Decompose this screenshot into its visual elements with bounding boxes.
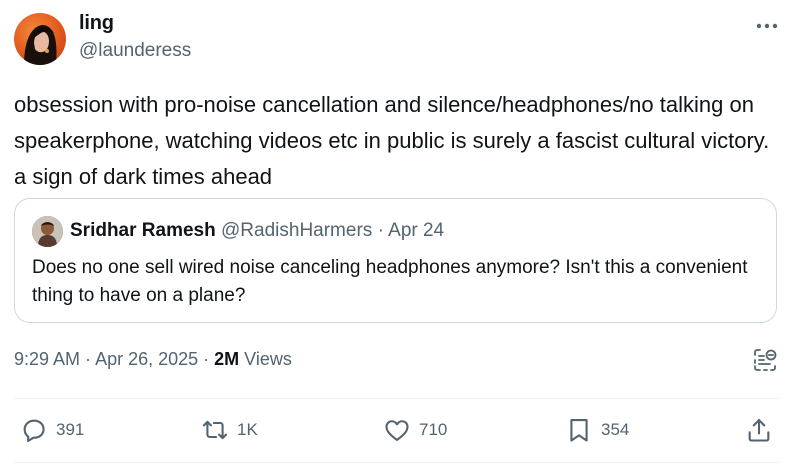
reply-icon — [23, 419, 45, 443]
tweet-date[interactable]: Apr 26, 2025 — [95, 349, 198, 369]
bookmark-count: 354 — [601, 420, 630, 439]
bookmark-icon — [570, 419, 588, 442]
quoted-header: Sridhar Ramesh @RadishHarmers · Apr 24 — [70, 220, 444, 242]
quoted-display-name[interactable]: Sridhar Ramesh — [70, 220, 216, 241]
repost-button[interactable]: 1K — [201, 410, 258, 450]
reply-button[interactable]: 391 — [20, 410, 84, 450]
views-count: 2M — [214, 349, 240, 369]
quoted-avatar-image — [32, 216, 63, 247]
author-display-name[interactable]: ling — [79, 12, 114, 35]
quoted-tweet[interactable]: Sridhar Ramesh @RadishHarmers · Apr 24 D… — [14, 198, 777, 323]
tweet-meta: 9:29 AM · Apr 26, 2025 · 2M Views — [14, 349, 292, 370]
more-horizontal-icon — [756, 23, 778, 29]
repost-count: 1K — [237, 420, 258, 439]
divider — [14, 462, 780, 463]
share-button[interactable] — [745, 410, 773, 450]
tweet: ling @launderess obsession with pro-nois… — [0, 0, 795, 466]
divider — [14, 398, 780, 399]
views-label: Views — [239, 349, 292, 369]
tweet-text: obsession with pro-noise cancellation an… — [14, 92, 770, 189]
quoted-date[interactable]: Apr 24 — [388, 220, 444, 241]
repost-icon — [202, 420, 228, 440]
meta-separator: · — [80, 349, 96, 369]
avatar-image — [24, 25, 57, 65]
reply-count: 391 — [56, 420, 85, 439]
grok-explain-button[interactable] — [752, 347, 778, 373]
author-avatar[interactable] — [14, 13, 66, 65]
bookmark-button[interactable]: 354 — [565, 410, 629, 450]
quoted-text: Does no one sell wired noise canceling h… — [32, 257, 748, 306]
meta-separator: · — [198, 349, 215, 369]
quoted-separator: · — [372, 220, 389, 241]
tweet-time[interactable]: 9:29 AM — [14, 349, 80, 369]
author-handle[interactable]: @launderess — [79, 40, 191, 62]
like-button[interactable]: 710 — [383, 410, 447, 450]
more-options-button[interactable] — [752, 16, 782, 36]
quoted-handle[interactable]: @RadishHarmers — [221, 220, 372, 241]
grok-explain-icon — [754, 349, 777, 371]
share-icon — [748, 419, 770, 442]
like-count: 710 — [419, 420, 448, 439]
heart-icon — [385, 420, 409, 441]
quoted-author-avatar — [32, 216, 63, 247]
action-bar: 391 1K 710 354 — [0, 410, 795, 450]
